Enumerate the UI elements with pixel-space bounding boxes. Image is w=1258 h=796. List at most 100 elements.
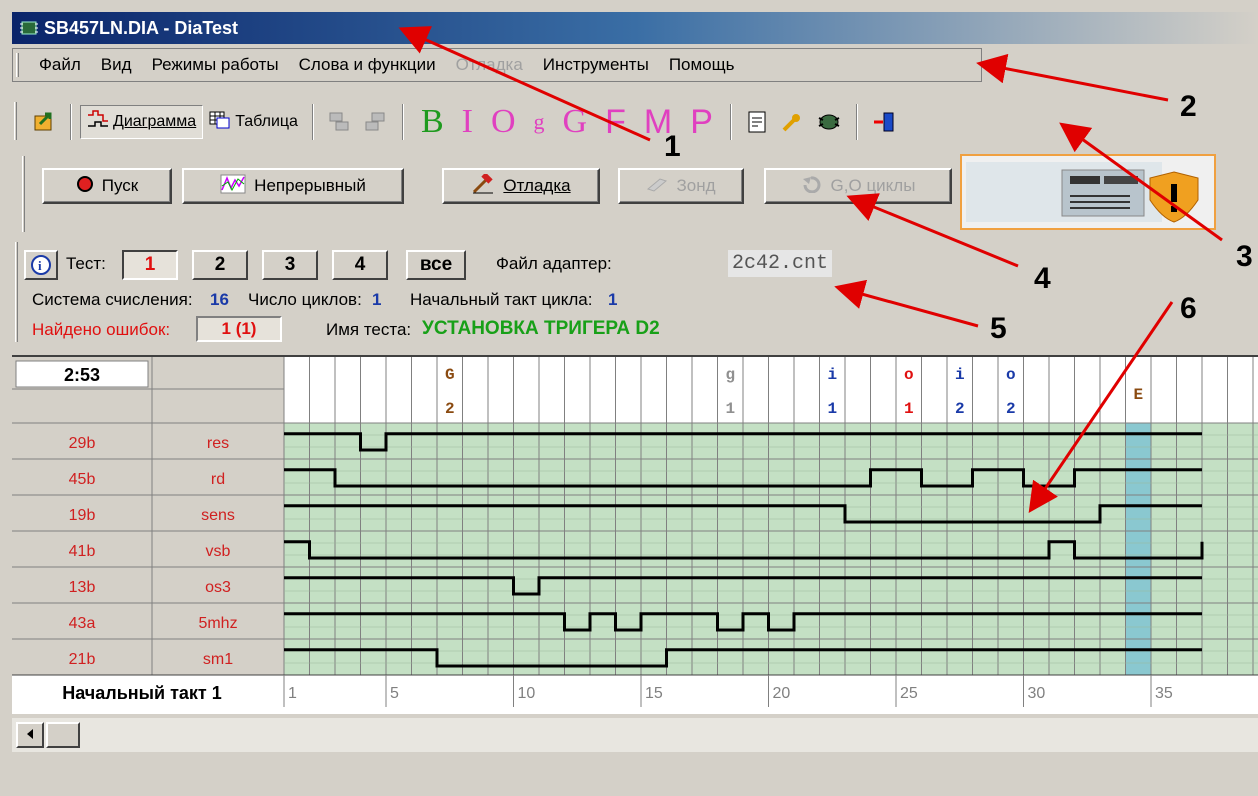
menu-item-3[interactable]: Слова и функции [299,55,436,75]
info-icon[interactable]: i [24,250,58,280]
chip-icon[interactable] [810,105,848,139]
test-button-1[interactable]: 1 [122,250,178,280]
x-tick-label: 25 [900,685,918,702]
marker-3-top: o [904,366,914,384]
test-label: Тест: [66,254,106,273]
cycles-count-value: 1 [372,290,382,309]
pin-label: 19b [69,507,96,524]
marker-5-top: o [1006,366,1016,384]
signal-type-P[interactable]: P [690,105,713,139]
separator [401,104,404,140]
signal-type-F[interactable]: F [605,105,626,139]
marker-1-bottom: 1 [725,400,735,418]
signal-name: os3 [205,579,231,596]
diagram-icon [87,109,109,135]
marker-5-bottom: 2 [1006,400,1016,418]
menu-grip[interactable] [16,53,19,77]
scroll-left-button[interactable] [16,722,44,748]
diagram-label: Диаграмма [113,113,197,130]
pin-label: 43a [69,615,96,632]
marker-0-top: G [445,366,455,384]
cycles-count-label: Число циклов: [248,290,362,309]
probe-icon [646,175,668,198]
menu-item-1[interactable]: Вид [101,55,132,75]
pin-label: 45b [69,471,96,488]
menu-item-4[interactable]: Отладка [456,55,523,75]
start-button[interactable]: Пуск [42,168,172,204]
probe-button[interactable]: Зонд [618,168,744,204]
x-tick-label: 30 [1028,685,1046,702]
marker-0-bottom: 2 [445,400,455,418]
test-button-2[interactable]: 2 [192,250,248,280]
copy-right-icon[interactable] [358,105,394,139]
marker-3-bottom: 1 [904,400,914,418]
start-tact-label: Начальный такт цикла: [410,290,593,309]
table-button[interactable]: Таблица [203,105,304,139]
menu-item-6[interactable]: Помощь [669,55,735,75]
signal-type-g[interactable]: g [534,105,545,139]
errors-label: Найдено ошибок: [32,320,171,339]
x-tick-label: 10 [518,685,536,702]
separator [729,104,732,140]
annotation-5: 5 [990,312,1007,345]
panel-grip[interactable] [15,242,18,342]
signal-name: rd [211,471,225,488]
menu-item-0[interactable]: Файл [39,55,81,75]
undo-icon [801,175,823,198]
annotation-1: 1 [664,130,681,163]
status-bar [12,760,1258,796]
pin-label: 29b [69,435,96,452]
signal-type-B[interactable]: B [421,105,444,139]
debug-button[interactable]: Отладка [442,168,600,204]
exit-icon[interactable] [866,105,902,139]
debug-label: Отладка [503,176,571,195]
menu-item-2[interactable]: Режимы работы [152,55,279,75]
separator [70,104,72,140]
device-image [960,154,1216,230]
cycles-button[interactable]: G,O циклы [764,168,952,204]
annotation-6: 6 [1180,292,1197,325]
adapter-value: 2c42.cnt [728,250,833,277]
separator [311,104,314,140]
time-display: 2:53 [64,365,100,385]
title-bar[interactable]: SB457LN.DIA - DiaTest [12,12,1258,44]
x-tick-label: 35 [1155,685,1173,702]
marker-6-top: E [1133,386,1143,404]
highlight-column [1125,423,1151,675]
probe-label: Зонд [676,176,716,195]
test-name-label: Имя теста: [326,320,412,339]
record-icon [76,175,94,198]
toolbar-grip[interactable] [14,102,17,140]
test-button-all[interactable]: все [406,250,466,280]
window-title: SB457LN.DIA - DiaTest [44,17,239,38]
adapter-label: Файл адаптер: [496,254,612,273]
pin-label: 13b [69,579,96,596]
horizontal-scrollbar[interactable] [12,718,1258,752]
svg-text:i: i [38,258,42,273]
signal-type-O[interactable]: O [491,105,516,139]
diagram-button[interactable]: Диаграмма [80,105,204,139]
main-toolbar: Диаграмма Таблица BIOgGFMP [12,92,1192,152]
timing-diagram-canvas[interactable]: 2:53 G 2 g 1 i 1 o 1 i 2 o 2 E 29b res 45b rd 19b sens 41b vs… [12,357,1258,714]
cycles-label: G,O циклы [830,176,916,195]
signal-type-G[interactable]: G [563,105,588,139]
hammer-icon [471,171,495,199]
continuous-label: Непрерывный [254,176,366,195]
wrench-icon[interactable] [774,105,810,139]
annotation-4: 4 [1034,262,1051,295]
export-icon[interactable] [26,105,62,139]
scroll-thumb[interactable] [46,722,80,748]
report-icon[interactable] [740,105,774,139]
test-button-4[interactable]: 4 [332,250,388,280]
copy-left-icon[interactable] [322,105,358,139]
test-button-3[interactable]: 3 [262,250,318,280]
menu-bar: Файл Вид Режимы работы Слова и функции Отлад… [12,48,982,82]
start-label: Пуск [101,176,139,195]
signal-type-I[interactable]: I [462,105,473,139]
continuous-button[interactable]: Непрерывный [182,168,404,204]
toolbar-grip[interactable] [22,156,25,232]
signal-name: 5mhz [198,615,237,632]
timing-diagram[interactable]: 2:53 G 2 g 1 i 1 o 1 i 2 o 2 E 29b res 45b rd 19b sens 41b vs… [12,355,1258,714]
signal-name: res [207,435,229,452]
menu-item-5[interactable]: Инструменты [543,55,649,75]
